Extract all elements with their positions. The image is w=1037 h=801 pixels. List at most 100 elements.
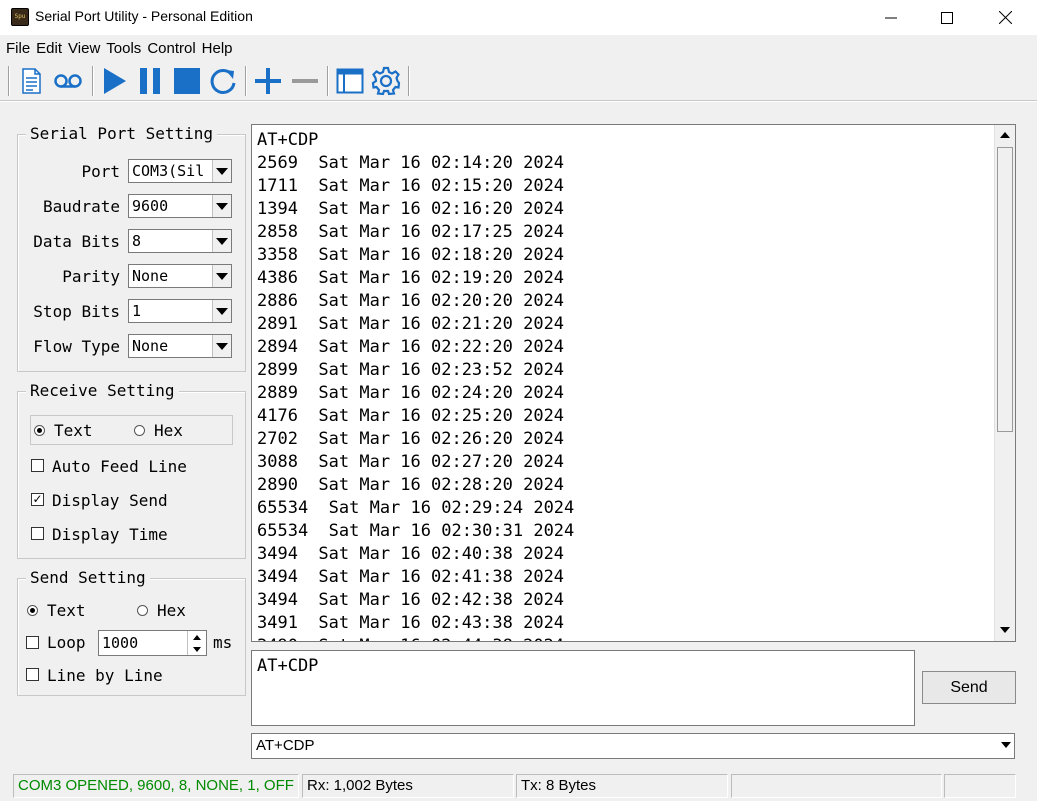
receive-log-line: 65534 Sat Mar 16 02:30:31 2024 [257,521,575,541]
receive-log-line: 3494 Sat Mar 16 02:40:38 2024 [257,544,565,564]
stepper-up-icon[interactable] [187,631,206,643]
stop-bits-select[interactable]: 1 [128,299,232,323]
send-history-select[interactable]: AT+CDP [251,733,1015,759]
send-text-label: Text [47,601,86,620]
display-send-checkbox[interactable]: ✓ [31,493,44,506]
receive-log-line: 4176 Sat Mar 16 02:25:20 2024 [257,406,565,426]
receive-hex-radio[interactable] [134,425,145,436]
loop-label: Loop [47,633,86,652]
menu-bar: File Edit View Tools Control Help [0,36,1037,61]
auto-feed-line-label: Auto Feed Line [52,457,187,476]
data-bits-value: 8 [132,232,142,250]
menu-file[interactable]: File [6,40,30,57]
receive-hex-label: Hex [154,421,183,440]
loop-interval-value: 1000 [102,634,139,652]
scroll-down-icon[interactable] [1000,627,1010,633]
toolbar-separator [92,66,94,96]
chevron-down-icon [212,265,231,287]
stepper-down-icon[interactable] [187,643,206,655]
receive-log-line: 3088 Sat Mar 16 02:27:20 2024 [257,452,565,472]
menu-tools[interactable]: Tools [106,40,141,57]
settings-button[interactable] [370,65,402,97]
flow-type-select[interactable]: None [128,334,232,358]
receive-log-text: AT+CDP 2569 Sat Mar 16 02:14:20 2024 1711 … [257,129,575,641]
receive-log-line: AT+CDP [257,130,319,150]
port-select[interactable]: COM3(Sil [128,159,232,183]
receive-log-line: 2894 Sat Mar 16 02:22:20 2024 [257,337,565,357]
record-button[interactable] [52,65,84,97]
status-connection: COM3 OPENED, 9600, 8, NONE, 1, OFF [13,774,299,798]
port-value: COM3(Sil [132,162,205,180]
send-button[interactable]: Send [922,671,1016,704]
receive-log-line: 1394 Sat Mar 16 02:16:20 2024 [257,199,565,219]
title-bar: Spu Serial Port Utility - Personal Editi… [0,0,1037,35]
maximize-button[interactable] [918,0,976,35]
receive-text-radio[interactable] [34,425,45,436]
receive-log-line: 2569 Sat Mar 16 02:14:20 2024 [257,153,565,173]
send-text-radio[interactable] [27,605,38,616]
data-bits-select[interactable]: 8 [128,229,232,253]
parity-label: Parity [62,267,120,286]
loop-unit-label: ms [213,633,233,652]
add-icon [255,68,281,94]
close-icon [998,11,1012,24]
baudrate-label: Baudrate [42,197,120,216]
menu-control[interactable]: Control [147,40,195,57]
add-button[interactable] [252,65,284,97]
play-button[interactable] [98,65,130,97]
line-by-line-label: Line by Line [47,666,163,685]
display-time-checkbox[interactable] [31,527,44,540]
menu-edit[interactable]: Edit [36,40,62,57]
send-hex-label: Hex [157,601,186,620]
loop-checkbox[interactable] [26,636,39,649]
scrollbar-thumb[interactable] [997,147,1013,432]
send-input[interactable]: AT+CDP [251,650,915,726]
receive-log-line: 3494 Sat Mar 16 02:41:38 2024 [257,567,565,587]
new-document-icon [22,68,41,94]
parity-value: None [132,267,169,285]
status-bar: COM3 OPENED, 9600, 8, NONE, 1, OFF Rx: 1… [0,771,1037,801]
menu-help[interactable]: Help [202,40,233,57]
remove-button[interactable] [289,65,321,97]
scroll-up-icon[interactable] [1000,132,1010,138]
toolbar-separator [245,66,247,96]
stop-button[interactable] [171,65,203,97]
line-by-line-checkbox[interactable] [26,668,39,681]
refresh-button[interactable] [207,65,239,97]
close-button[interactable] [976,0,1034,35]
chevron-down-icon [212,160,231,182]
display-send-label: Display Send [52,491,168,510]
pause-button[interactable] [134,65,166,97]
receive-log-line: 2899 Sat Mar 16 02:23:52 2024 [257,360,565,380]
display-time-label: Display Time [52,525,168,544]
window-button[interactable] [334,65,366,97]
pause-icon [140,68,160,94]
baudrate-select[interactable]: 9600 [128,194,232,218]
flow-type-value: None [132,337,169,355]
toolbar-separator [408,66,410,96]
receive-log-line: 2886 Sat Mar 16 02:20:20 2024 [257,291,565,311]
send-hex-radio[interactable] [137,605,148,616]
receive-log[interactable]: AT+CDP 2569 Sat Mar 16 02:14:20 2024 1711 … [251,124,1016,642]
receive-scrollbar[interactable] [994,125,1015,641]
chevron-down-icon [212,230,231,252]
loop-interval-stepper[interactable]: 1000 [98,630,207,656]
receive-log-line: 3494 Sat Mar 16 02:42:38 2024 [257,590,565,610]
minimize-button[interactable] [862,0,920,35]
new-document-button[interactable] [15,65,47,97]
baudrate-value: 9600 [132,197,169,215]
auto-feed-line-checkbox[interactable] [31,459,44,472]
send-history-value: AT+CDP [256,737,315,754]
window-title: Serial Port Utility - Personal Edition [35,8,253,24]
chevron-down-icon[interactable] [1001,742,1011,748]
status-empty-cell [944,774,1016,798]
receive-log-line: 2890 Sat Mar 16 02:28:20 2024 [257,475,565,495]
chevron-down-icon [212,300,231,322]
window-icon [336,68,364,94]
send-input-text: AT+CDP [257,656,319,676]
menu-view[interactable]: View [68,40,100,57]
parity-select[interactable]: None [128,264,232,288]
receive-log-line: 3358 Sat Mar 16 02:18:20 2024 [257,245,565,265]
receive-log-line: 65534 Sat Mar 16 02:29:24 2024 [257,498,575,518]
receive-log-line: 2858 Sat Mar 16 02:17:25 2024 [257,222,565,242]
